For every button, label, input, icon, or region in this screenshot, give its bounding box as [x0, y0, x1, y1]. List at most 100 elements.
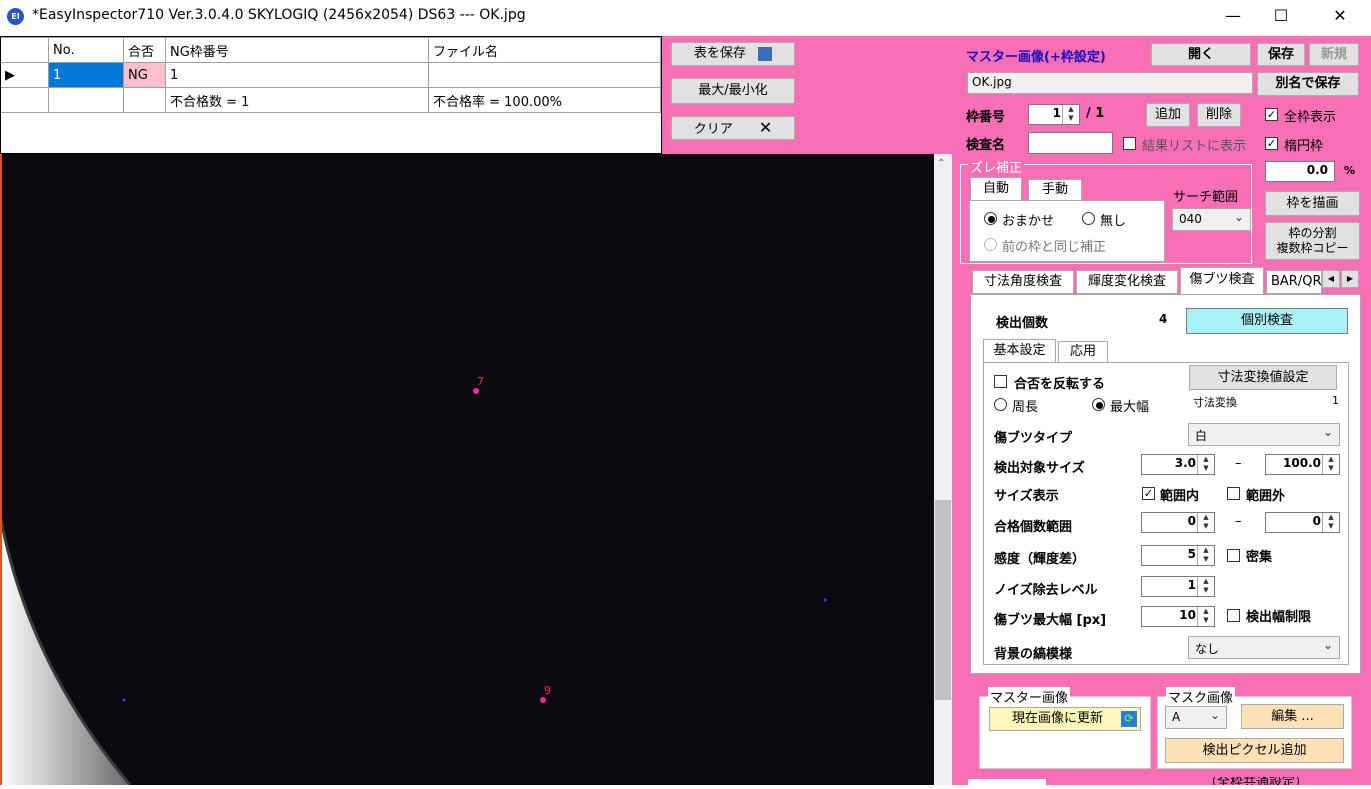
delete-button[interactable]: 削除	[1197, 103, 1241, 127]
maximize-button[interactable]: ☐	[1258, 0, 1304, 34]
tab-scroll-left-icon[interactable]: ◀	[1322, 270, 1340, 288]
col-header-file[interactable]: ファイル名	[428, 37, 661, 63]
spinner-arrows-icon[interactable]: ▲ ▼	[1322, 513, 1339, 532]
spinner-arrows-icon[interactable]: ▲ ▼	[1322, 455, 1339, 474]
title-bar: EI *EasyInspector710 Ver.3.0.4.0 SKYLOGI…	[0, 0, 1371, 34]
percent-unit: %	[1344, 164, 1356, 177]
detect-count-label: 検出個数	[996, 316, 1049, 331]
type-label: 傷ブツタイプ	[994, 431, 1073, 446]
cell-ng-frame[interactable]: 1	[165, 62, 429, 88]
maxmin-label: 最大/最小化	[698, 83, 768, 98]
auto-radio[interactable]	[984, 212, 997, 225]
clear-label: クリア	[693, 122, 733, 137]
new-button[interactable]: 新規	[1309, 43, 1359, 66]
frame-no-value: 1	[1052, 106, 1061, 120]
dense-checkbox[interactable]	[1227, 549, 1240, 562]
basic-settings-panel: 合否を反転する 寸法変換値設定 周長 最大幅 寸法変換 1 傷ブツタイプ 白 ⌄…	[983, 362, 1349, 665]
sensitivity-spinner[interactable]: 5 ▲ ▼	[1141, 545, 1215, 566]
pass-min-spinner[interactable]: 0 ▲ ▼	[1141, 512, 1215, 533]
tab-advanced[interactable]: 応用	[1058, 341, 1108, 363]
mask-select[interactable]: A ⌄	[1165, 706, 1227, 729]
tab-dimension-angle[interactable]: 寸法角度検査	[972, 270, 1074, 294]
viewer-scrollbar[interactable]: ⌃	[934, 154, 952, 785]
chevron-down-icon: ⌄	[1322, 425, 1333, 439]
tab-auto[interactable]: 自動	[970, 177, 1022, 201]
bg-pattern-value: なし	[1195, 642, 1220, 656]
search-range-label: サーチ範囲	[1173, 190, 1239, 205]
pass-max-spinner[interactable]: 0 ▲ ▼	[1265, 512, 1340, 533]
invert-checkbox[interactable]	[994, 375, 1007, 388]
percent-spinner[interactable]: 0.0	[1265, 161, 1335, 182]
tab-brightness[interactable]: 輝度変化検査	[1076, 270, 1178, 294]
size-min-spinner[interactable]: 3.0 ▲ ▼	[1141, 454, 1215, 475]
perimeter-radio[interactable]	[994, 398, 1007, 411]
tab-manual[interactable]: 手動	[1028, 179, 1082, 201]
spinner-arrows-icon[interactable]: ▲ ▼	[1062, 105, 1079, 124]
in-range-checkbox[interactable]: ✓	[1142, 487, 1155, 500]
search-range-select[interactable]: 040 ⌄	[1172, 208, 1251, 231]
col-header-no[interactable]: No.	[48, 37, 124, 63]
none-radio[interactable]	[1082, 212, 1095, 225]
type-select[interactable]: 白 ⌄	[1188, 423, 1340, 446]
draw-frame-button[interactable]: 枠を描画	[1265, 191, 1360, 216]
split-copy-button[interactable]: 枠の分割 複数枠コピー	[1265, 222, 1360, 260]
spinner-arrows-icon[interactable]: ▲ ▼	[1197, 577, 1214, 596]
out-range-checkbox[interactable]	[1227, 487, 1240, 500]
add-button[interactable]: 追加	[1146, 103, 1190, 127]
open-button[interactable]: 開く	[1151, 43, 1251, 66]
width-limit-checkbox[interactable]	[1227, 609, 1240, 622]
spinner-arrows-icon[interactable]: ▲ ▼	[1197, 455, 1214, 474]
table-row[interactable]: 不合格数 = 1 不合格率 = 100.00%	[1, 87, 661, 113]
noise-value: 1	[1187, 578, 1196, 592]
individual-inspect-button[interactable]: 個別検査	[1186, 308, 1348, 334]
cell-no[interactable]: 1	[48, 62, 124, 88]
cell-file[interactable]	[428, 62, 661, 88]
col-header-judge[interactable]: 合否	[123, 37, 166, 63]
edit-mask-button[interactable]: 編集 ...	[1241, 704, 1344, 729]
frame-no-spinner[interactable]: 1 ▲ ▼	[1028, 104, 1080, 125]
tab-scroll-right-icon[interactable]: ▶	[1341, 270, 1359, 288]
cell-judge[interactable]: NG	[123, 62, 166, 88]
show-all-checkbox[interactable]: ✓	[1265, 108, 1278, 121]
save-button[interactable]: 保存	[1257, 43, 1305, 66]
tab-defect[interactable]: 傷ブツ検査	[1180, 267, 1264, 295]
minimize-button[interactable]: —	[1210, 0, 1256, 34]
ellipse-frame-checkbox[interactable]: ✓	[1265, 137, 1278, 150]
save-table-button[interactable]: 表を保存	[671, 42, 795, 66]
maxmin-button[interactable]: 最大/最小化	[671, 78, 795, 104]
image-viewer[interactable]: 7 9	[0, 154, 934, 785]
scroll-thumb[interactable]	[935, 500, 951, 700]
defect-marker[interactable]	[473, 388, 479, 394]
show-in-results-checkbox[interactable]	[1123, 137, 1136, 150]
bg-pattern-select[interactable]: なし ⌄	[1188, 636, 1340, 659]
max-width-radio[interactable]	[1092, 398, 1105, 411]
update-current-button[interactable]: 現在画像に更新 ⟳	[989, 707, 1141, 731]
defect-marker[interactable]	[823, 598, 827, 602]
noise-spinner[interactable]: 1 ▲ ▼	[1141, 576, 1215, 597]
master-image-group: マスター画像 現在画像に更新 ⟳	[979, 687, 1151, 769]
defect-marker[interactable]	[540, 697, 546, 703]
add-pixels-button[interactable]: 検出ピクセル追加	[1165, 738, 1344, 763]
tab-barqr[interactable]: BAR/QR	[1266, 270, 1322, 294]
dim-conv-label: 寸法変換	[1193, 396, 1237, 409]
col-header-ng-frame[interactable]: NG枠番号	[165, 37, 429, 63]
spinner-arrows-icon[interactable]: ▲ ▼	[1197, 546, 1214, 565]
same-as-prev-radio[interactable]	[984, 238, 997, 251]
max-width-spinner[interactable]: 10 ▲ ▼	[1141, 606, 1215, 627]
size-max-spinner[interactable]: 100.0 ▲ ▼	[1265, 454, 1340, 475]
dense-label: 密集	[1246, 550, 1273, 565]
inspect-name-label: 検査名	[966, 138, 1006, 153]
scroll-up-icon[interactable]: ⌃	[937, 158, 945, 169]
tab-basic[interactable]: 基本設定	[983, 339, 1056, 363]
save-as-button[interactable]: 別名で保存	[1257, 72, 1359, 96]
inspect-name-input[interactable]	[1028, 132, 1113, 154]
table-row[interactable]: ▶ 1 NG 1	[1, 62, 661, 88]
dim-conv-setting-button[interactable]: 寸法変換値設定	[1189, 365, 1337, 390]
bg-pattern-label: 背景の縞模様	[994, 647, 1073, 662]
spinner-arrows-icon[interactable]: ▲ ▼	[1197, 513, 1214, 532]
defect-marker[interactable]	[122, 698, 126, 702]
spinner-arrows-icon[interactable]: ▲ ▼	[1197, 607, 1214, 626]
clear-button[interactable]: クリア ✕	[671, 116, 795, 140]
close-button[interactable]: ✕	[1317, 0, 1363, 34]
frame-total: / 1	[1086, 106, 1105, 121]
